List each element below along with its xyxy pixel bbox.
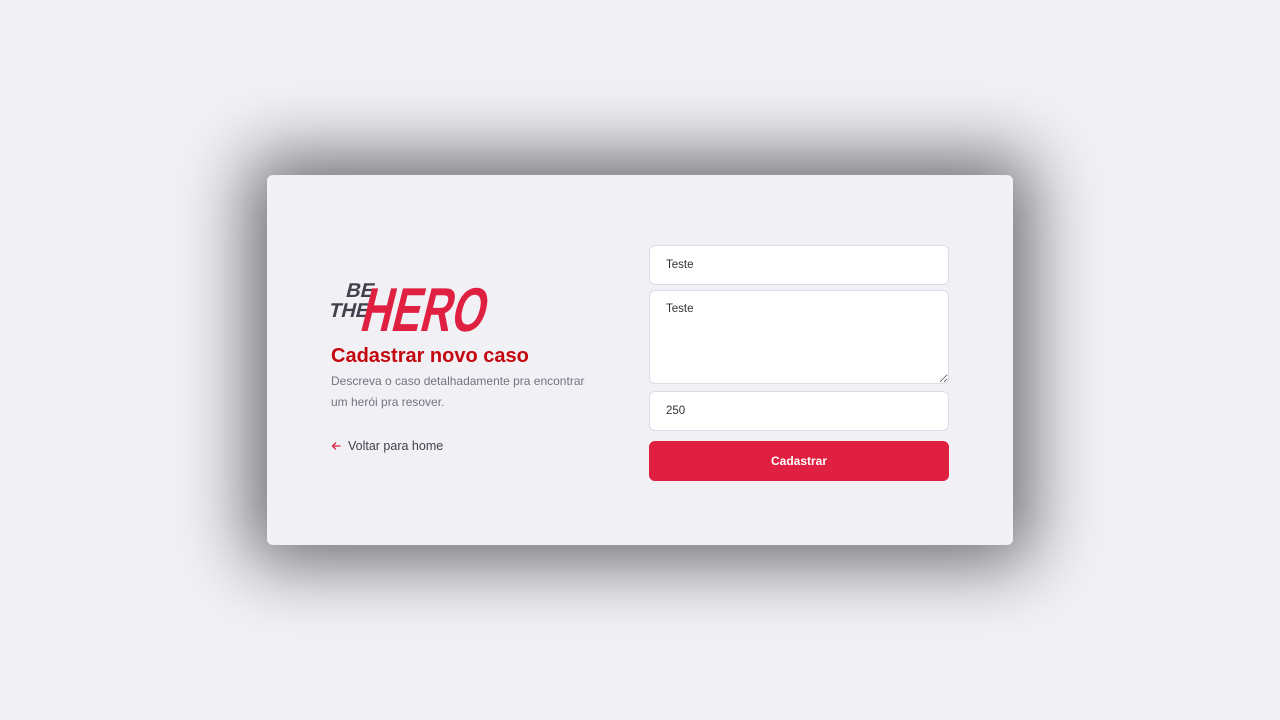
case-description-textarea[interactable]: Teste: [649, 290, 949, 384]
submit-button[interactable]: Cadastrar: [649, 441, 949, 481]
arrow-left-icon: [331, 442, 341, 450]
back-link-label: Voltar para home: [348, 439, 444, 453]
back-to-home-link[interactable]: Voltar para home: [331, 439, 601, 453]
page-description: Descreva o caso detalhadamente pra encon…: [331, 374, 585, 409]
register-case-card: BE THE HERO Cadastrar novo caso Descreva…: [267, 175, 1013, 545]
logo-hero-text: HERO: [355, 276, 496, 341]
intro-section: BE THE HERO Cadastrar novo caso Descreva…: [331, 265, 601, 453]
case-value-input[interactable]: [649, 391, 949, 431]
new-case-form: Teste Cadastrar: [649, 245, 949, 481]
case-title-input[interactable]: [649, 245, 949, 285]
be-the-hero-logo: BE THE HERO: [331, 276, 496, 341]
page-title: Cadastrar novo caso: [331, 345, 529, 367]
